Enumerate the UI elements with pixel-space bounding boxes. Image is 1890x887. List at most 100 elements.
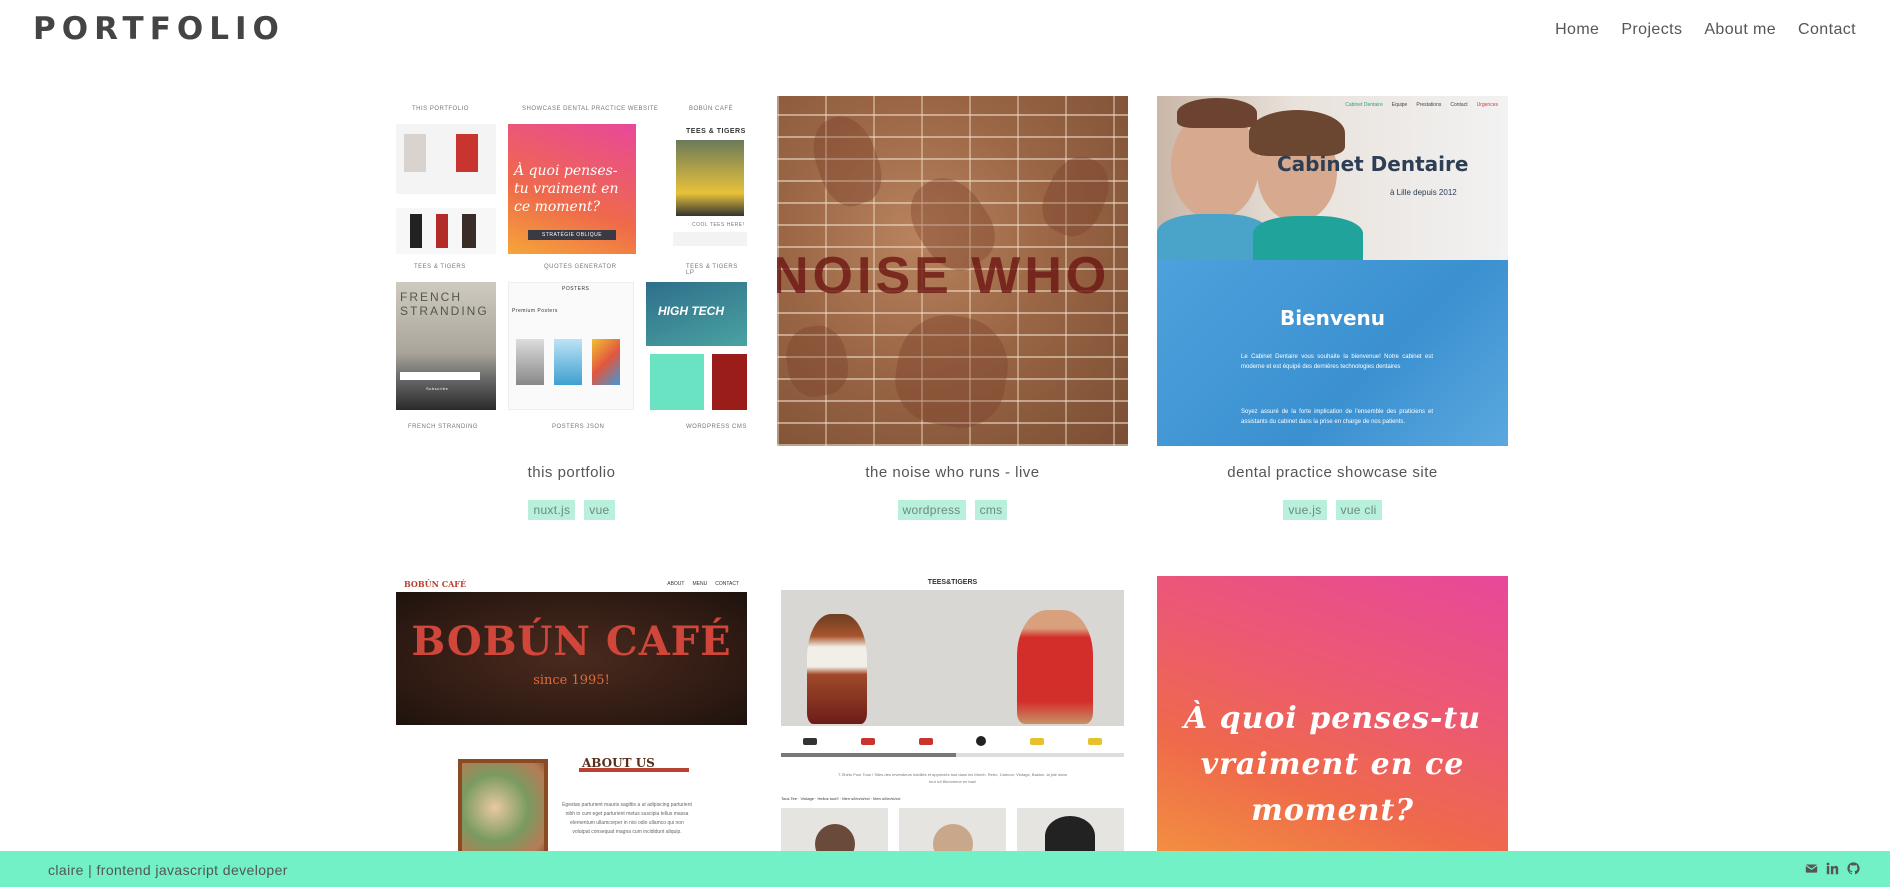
tag-badge: vue.js xyxy=(1283,500,1327,520)
mini-person xyxy=(462,214,476,248)
collage-label: TEES & TIGERS xyxy=(414,264,466,270)
tees-breadcrumb: Tous Tee · Vintage · Hellos tout!! · Men… xyxy=(781,796,901,801)
tag-badge: wordpress xyxy=(897,500,966,520)
envelope-icon[interactable] xyxy=(1805,862,1818,875)
dental-nav-item: Cabinet Dentaire xyxy=(1345,102,1383,108)
mini-quote-text: À quoi penses-tu vraiment en ce moment? xyxy=(514,163,619,215)
project-thumbnail[interactable]: NOISE WHO R xyxy=(777,96,1128,446)
mini-person xyxy=(404,134,426,172)
cafe-nav: ABOUT MENU CONTACT xyxy=(667,581,739,587)
project-card[interactable]: THIS PORTFOLIO SHOWCASE DENTAL PRACTICE … xyxy=(396,96,747,520)
cafe-brand: BOBÚN CAFÉ xyxy=(404,579,467,589)
collage-label: WORDPRESS CMS xyxy=(686,424,747,430)
nav-about[interactable]: About me xyxy=(1704,21,1776,39)
project-card[interactable]: BOBÚN CAFÉ ABOUT MENU CONTACT BOBÚN CAFÉ… xyxy=(396,576,747,887)
model-hat xyxy=(1045,816,1095,856)
mini-red-block xyxy=(712,354,747,410)
brand-logo xyxy=(1088,737,1103,745)
mini-green-block xyxy=(650,354,704,410)
mini-person xyxy=(436,214,448,248)
cafe-nav-item: ABOUT xyxy=(667,581,685,587)
tag-badge: nuxt.js xyxy=(528,500,576,520)
dental-nav-item: Contact xyxy=(1450,102,1468,108)
mini-person xyxy=(456,134,478,172)
brand-logo xyxy=(860,737,875,745)
person-hair xyxy=(1249,110,1345,156)
mini-poster xyxy=(516,339,544,385)
dental-welcome: Bienvenu xyxy=(1280,306,1385,330)
mini-brand-strip xyxy=(673,232,747,246)
collage-label: SHOWCASE DENTAL PRACTICE WEBSITE xyxy=(522,106,659,112)
mini-tees-sub: COOL TEES HERE! xyxy=(692,222,745,228)
tag-badge: vue xyxy=(584,500,615,520)
dental-nav-item: Urgences xyxy=(1476,102,1498,108)
tag-badge: cms xyxy=(974,500,1008,520)
site-logo[interactable]: PORTFOLIO xyxy=(33,11,285,47)
project-tags: wordpress cms xyxy=(777,500,1128,520)
footer-credit: claire | frontend javascript developer xyxy=(48,862,288,878)
project-thumbnail[interactable]: THIS PORTFOLIO SHOWCASE DENTAL PRACTICE … xyxy=(396,96,747,446)
project-title[interactable]: the noise who runs - live xyxy=(777,464,1128,481)
mini-french-title: FRENCH STRANDING xyxy=(400,290,489,318)
noise-wall-text: NOISE WHO R xyxy=(777,247,1128,305)
cafe-about-heading: ABOUT US xyxy=(582,756,655,770)
dental-title: Cabinet Dentaire xyxy=(1277,152,1469,176)
quote-text: À quoi penses-tu vraiment en ce moment? xyxy=(1183,701,1482,828)
collage-label: POSTERS JSON xyxy=(552,424,605,430)
model-photo xyxy=(1017,610,1093,724)
mini-tees-title: TEES & TIGERS xyxy=(686,128,746,135)
cafe-nav-item: MENU xyxy=(692,581,708,587)
site-header: PORTFOLIO Home Projects About me Contact xyxy=(0,0,1890,62)
nav-contact[interactable]: Contact xyxy=(1798,21,1856,39)
project-card[interactable]: Cabinet Dentaire Equipe Prestations Cont… xyxy=(1157,96,1508,520)
site-footer: claire | frontend javascript developer xyxy=(0,851,1890,887)
dental-nav: Cabinet Dentaire Equipe Prestations Cont… xyxy=(1345,102,1498,108)
collage-label: BOBÚN CAFÉ xyxy=(689,106,734,112)
cafe-nav-item: CONTACT xyxy=(715,581,739,587)
model-photo xyxy=(807,614,867,724)
main-nav: Home Projects About me Contact xyxy=(1555,21,1856,39)
mini-poster xyxy=(554,339,582,385)
mini-posters-sub: Premium Posters xyxy=(512,308,558,314)
nav-projects[interactable]: Projects xyxy=(1621,21,1682,39)
cafe-about-text: Egestas parturient mauris sagittis a ut … xyxy=(562,802,692,835)
project-thumbnail[interactable]: TEES&TIGERS T-Shirts Pour Tous ! Sites d… xyxy=(777,576,1128,887)
brand-logo xyxy=(976,736,987,746)
github-icon[interactable] xyxy=(1847,862,1860,875)
person-hair xyxy=(1177,98,1257,128)
collage-label: QUOTES GENERATOR xyxy=(544,264,617,270)
collage-image: THIS PORTFOLIO SHOWCASE DENTAL PRACTICE … xyxy=(396,96,747,446)
project-thumbnail[interactable]: À quoi penses-tu vraiment en ce moment? xyxy=(1157,576,1508,887)
project-tags: nuxt.js vue xyxy=(396,500,747,520)
project-card[interactable]: À quoi penses-tu vraiment en ce moment? xyxy=(1157,576,1508,887)
tees-caption: T-Shirts Pour Tous ! Sites des revendeur… xyxy=(838,772,1067,784)
brand-logo xyxy=(1030,737,1045,745)
collage-label: THIS PORTFOLIO xyxy=(412,106,469,112)
project-thumbnail[interactable]: BOBÚN CAFÉ ABOUT MENU CONTACT BOBÚN CAFÉ… xyxy=(396,576,747,887)
project-card[interactable]: TEES&TIGERS T-Shirts Pour Tous ! Sites d… xyxy=(777,576,1128,887)
brand-logos xyxy=(781,729,1124,753)
mini-tees-photo xyxy=(676,140,744,216)
person-shirt xyxy=(1253,216,1363,260)
linkedin-icon[interactable] xyxy=(1826,862,1839,875)
tees-brand: TEES&TIGERS xyxy=(927,579,978,586)
mini-quote-button: STRATÉGIE OBLIQUE xyxy=(528,230,616,240)
project-tags: vue.js vue cli xyxy=(1157,500,1508,520)
nav-home[interactable]: Home xyxy=(1555,21,1599,39)
collage-label: TEES & TIGERS LP xyxy=(686,264,738,276)
dental-subtitle: à Lille depuis 2012 xyxy=(1390,188,1457,197)
mini-poster xyxy=(592,339,620,385)
brand-logo xyxy=(802,737,817,745)
mini-hightech-title: HIGH TECH xyxy=(658,304,724,318)
dental-paragraph: Le Cabinet Dentaire vous souhaite la bie… xyxy=(1241,354,1433,370)
scroll-thumb xyxy=(781,753,956,757)
project-title[interactable]: this portfolio xyxy=(396,464,747,481)
collage-label: FRENCH STRANDING xyxy=(408,424,479,430)
project-card[interactable]: NOISE WHO R the noise who runs - live wo… xyxy=(777,96,1128,520)
project-title[interactable]: dental practice showcase site xyxy=(1157,464,1508,481)
mini-subscribe: Subscribe xyxy=(426,386,449,391)
tag-badge: vue cli xyxy=(1335,500,1382,520)
project-thumbnail[interactable]: Cabinet Dentaire Equipe Prestations Cont… xyxy=(1157,96,1508,446)
mini-person xyxy=(410,214,422,248)
dental-paragraph: Soyez assuré de la forte implication de … xyxy=(1241,409,1433,425)
